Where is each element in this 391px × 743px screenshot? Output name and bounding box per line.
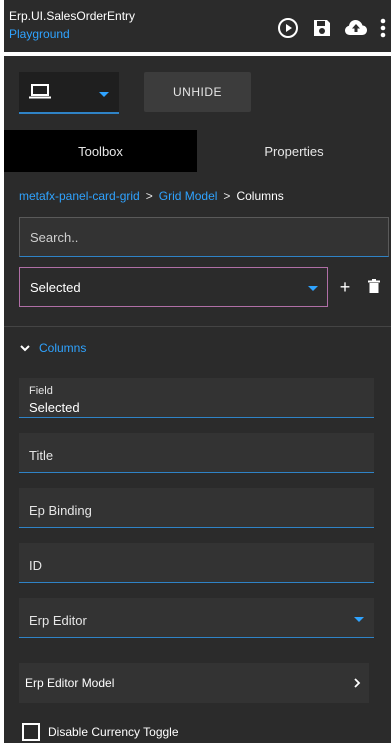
component-select[interactable]: Selected <box>19 267 328 307</box>
chevron-down-icon <box>99 92 109 97</box>
unhide-button[interactable]: UNHIDE <box>144 72 251 112</box>
columns-section-toggle[interactable]: Columns <box>19 338 86 358</box>
breadcrumb-separator: > <box>145 189 153 203</box>
more-vertical-icon[interactable] <box>376 16 390 40</box>
app-header: Erp.UI.SalesOrderEntry Playground <box>4 0 391 52</box>
erp-editor-model-row[interactable]: Erp Editor Model <box>19 663 369 703</box>
breadcrumb: metafx-panel-card-grid > Grid Model > Co… <box>19 189 284 203</box>
section-title: Columns <box>39 341 87 355</box>
field-label: Field <box>29 385 53 397</box>
id-placeholder: ID <box>29 558 42 573</box>
device-selector[interactable] <box>19 72 119 114</box>
component-select-value: Selected <box>30 280 81 295</box>
id-input[interactable]: ID <box>19 543 374 583</box>
erp-editor-select[interactable]: Erp Editor <box>19 598 374 638</box>
chevron-down-icon <box>354 617 364 622</box>
trash-icon[interactable] <box>368 279 382 295</box>
ep-binding-input[interactable]: Ep Binding <box>19 488 374 528</box>
save-icon[interactable] <box>310 16 334 40</box>
chevron-right-icon <box>354 678 361 688</box>
field-input[interactable]: Field Selected <box>19 378 374 418</box>
app-subtitle-link[interactable]: Playground <box>9 27 70 41</box>
designer-panel: UNHIDE Toolbox Properties metafx-panel-c… <box>4 56 391 743</box>
checkbox[interactable] <box>22 723 40 741</box>
add-icon[interactable]: + <box>338 277 352 297</box>
breadcrumb-link[interactable]: metafx-panel-card-grid <box>19 189 140 203</box>
chevron-down-icon <box>20 345 30 352</box>
tab-properties[interactable]: Properties <box>197 130 391 172</box>
disable-currency-toggle[interactable]: Disable Currency Toggle <box>22 723 179 741</box>
breadcrumb-link[interactable]: Grid Model <box>159 189 218 203</box>
panel-tabs: Toolbox Properties <box>4 130 391 172</box>
breadcrumb-separator: > <box>223 189 231 203</box>
chevron-down-icon <box>308 286 318 291</box>
play-icon[interactable] <box>276 16 300 40</box>
title-input[interactable]: Title <box>19 433 374 473</box>
erp-editor-model-label: Erp Editor Model <box>25 676 115 690</box>
erp-editor-placeholder: Erp Editor <box>29 613 87 628</box>
ep-binding-placeholder: Ep Binding <box>29 503 92 518</box>
laptop-icon <box>29 84 51 99</box>
checkbox-label: Disable Currency Toggle <box>48 725 179 739</box>
cloud-upload-icon[interactable] <box>344 16 368 40</box>
breadcrumb-current: Columns <box>236 189 284 203</box>
app-title: Erp.UI.SalesOrderEntry <box>9 9 136 23</box>
field-value: Selected <box>29 400 80 415</box>
tab-toolbox[interactable]: Toolbox <box>4 130 197 172</box>
title-placeholder: Title <box>29 448 54 463</box>
divider <box>4 326 391 327</box>
search-input[interactable] <box>19 217 389 257</box>
